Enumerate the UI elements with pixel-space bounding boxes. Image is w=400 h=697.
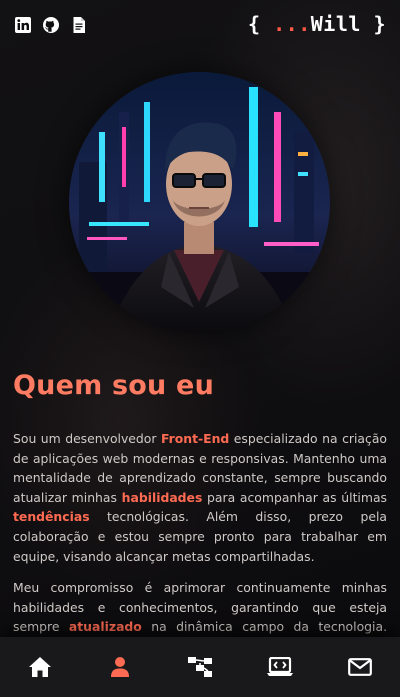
brand-name: Will: [310, 12, 361, 36]
highlight-text: tendências: [13, 509, 90, 525]
brand-logo[interactable]: { ...Will }: [248, 12, 386, 36]
profile-avatar: [69, 72, 330, 333]
about-section: Quem sou eu Sou um desenvolvedor Front-E…: [13, 370, 387, 669]
paragraph-text: Sou um desenvolvedor: [13, 431, 161, 446]
user-icon: [111, 657, 129, 677]
nav-about[interactable]: [100, 647, 140, 687]
brand-close-brace: }: [360, 12, 386, 36]
brand-dots: ...: [273, 12, 311, 36]
laptop-code-icon: [267, 657, 293, 676]
bottom-nav: [0, 637, 400, 697]
avatar-illustration: [69, 72, 330, 333]
highlight-text: Front-End: [160, 431, 230, 446]
github-icon[interactable]: [42, 16, 60, 34]
highlight-text: atualizado: [68, 619, 142, 635]
social-links: [14, 16, 88, 34]
home-icon: [29, 657, 51, 677]
brand-open-brace: {: [248, 12, 274, 36]
nav-projects[interactable]: [180, 647, 220, 687]
about-paragraph-1: Sou um desenvolvedor Front-End especiali…: [13, 429, 387, 566]
document-icon[interactable]: [70, 16, 88, 34]
sitemap-icon: [188, 657, 212, 677]
top-bar: { ...Will }: [0, 0, 400, 52]
paragraph-text: para acompanhar as últimas: [202, 489, 387, 505]
nav-home[interactable]: [20, 647, 60, 687]
nav-contact[interactable]: [340, 647, 380, 687]
about-title: Quem sou eu: [13, 370, 214, 401]
highlight-text: habilidades: [121, 489, 203, 505]
linkedin-icon[interactable]: [14, 16, 32, 34]
nav-code[interactable]: [260, 647, 300, 687]
mail-icon: [348, 658, 372, 676]
